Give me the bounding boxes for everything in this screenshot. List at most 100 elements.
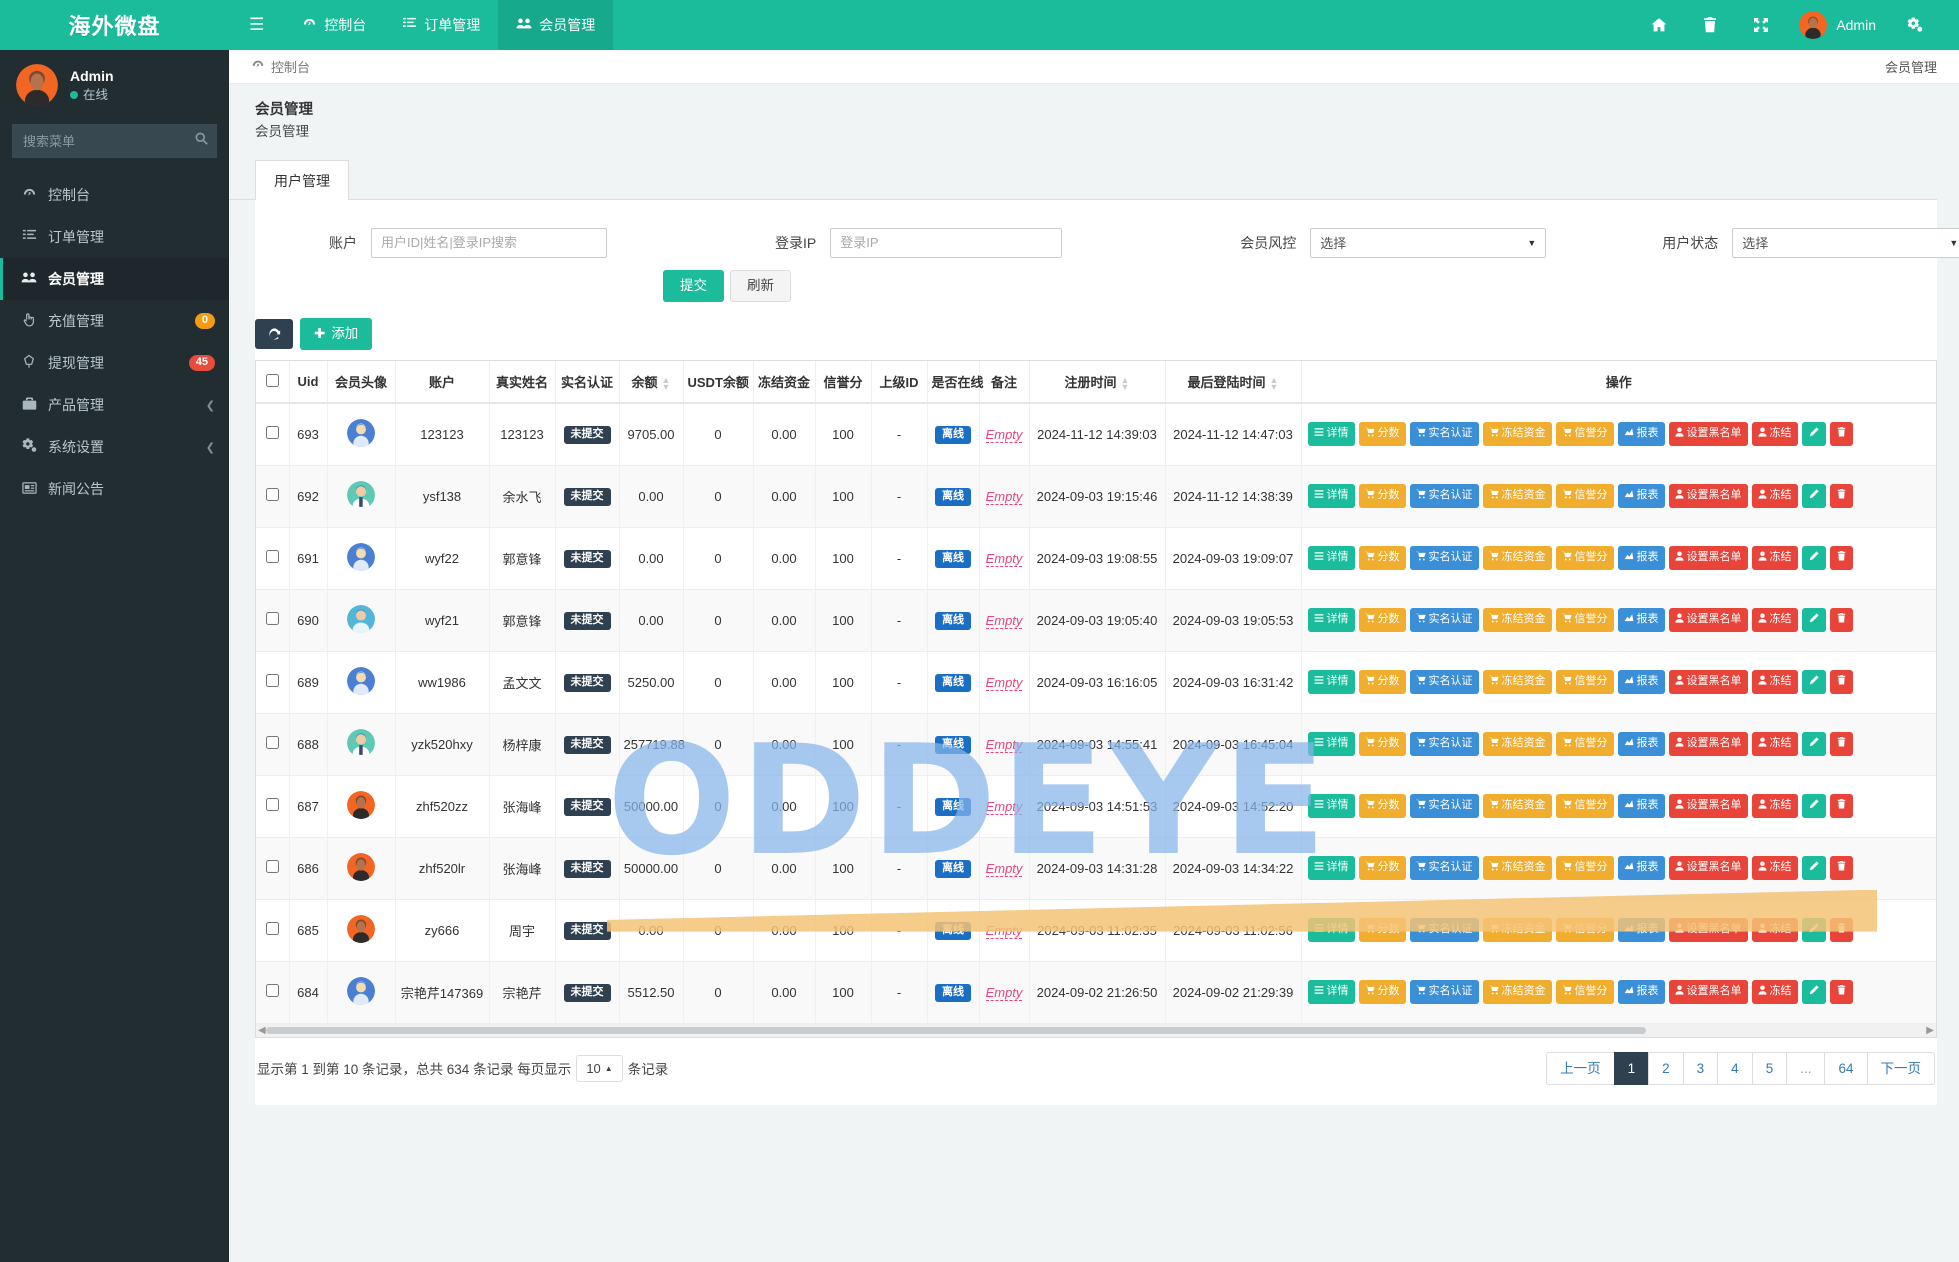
action-7-button[interactable]: 冻结 (1751, 484, 1798, 509)
action-5-button[interactable]: 报表 (1617, 732, 1665, 757)
verify-badge[interactable]: 未提交 (563, 487, 611, 506)
action-3-button[interactable]: 冻结资金 (1482, 918, 1552, 943)
row-checkbox[interactable] (265, 488, 279, 502)
action-7-button[interactable]: 冻结 (1751, 422, 1798, 447)
row-checkbox[interactable] (265, 550, 279, 564)
action-1-button[interactable]: 分数 (1358, 918, 1406, 943)
action-2-button[interactable]: 实名认证 (1409, 732, 1479, 757)
sort-icon[interactable]: ▲ ▼ (1121, 375, 1130, 391)
th-credit[interactable]: 信誉分 (815, 361, 872, 405)
action-7-button[interactable]: 冻结 (1751, 856, 1798, 881)
action-3-button[interactable]: 冻结资金 (1482, 856, 1552, 881)
tab-user-management[interactable]: 用户管理 (255, 159, 349, 200)
th-regtime[interactable]: 注册时间 ▲ ▼ (1029, 361, 1166, 405)
verify-badge[interactable]: 未提交 (563, 921, 611, 940)
action-0-button[interactable]: 详情 (1307, 608, 1355, 633)
th-frozen[interactable]: 冻结资金 (753, 361, 816, 405)
topnav-user-menu[interactable]: Admin (1787, 0, 1888, 50)
sidebar-item-members[interactable]: 会员管理 (0, 258, 229, 300)
remark-empty-label[interactable]: Empty (985, 860, 1023, 877)
action-2-button[interactable]: 实名认证 (1409, 422, 1479, 447)
action-1-button[interactable]: 分数 (1358, 980, 1406, 1005)
verify-badge[interactable]: 未提交 (563, 425, 611, 444)
pagination-item-64[interactable]: 64 (1824, 1051, 1868, 1086)
action-6-button[interactable]: 设置黑名单 (1668, 484, 1748, 509)
action-7-button[interactable]: 冻结 (1751, 980, 1798, 1005)
action-6-button[interactable]: 设置黑名单 (1668, 980, 1748, 1005)
action-5-button[interactable]: 报表 (1617, 484, 1665, 509)
topnav-item-dashboard[interactable]: 控制台 (284, 0, 384, 50)
trash-icon[interactable] (1685, 0, 1735, 50)
remark-empty-label[interactable]: Empty (985, 736, 1023, 753)
remark-empty-label[interactable]: Empty (985, 922, 1023, 939)
action-4-button[interactable]: 信誉分 (1555, 732, 1614, 757)
action-4-button[interactable]: 信誉分 (1555, 670, 1614, 695)
verify-badge[interactable]: 未提交 (563, 611, 611, 630)
action-7-button[interactable]: 冻结 (1751, 546, 1798, 571)
trash-button[interactable] (1829, 918, 1853, 943)
action-1-button[interactable]: 分数 (1358, 546, 1406, 571)
trash-button[interactable] (1829, 484, 1853, 509)
action-4-button[interactable]: 信誉分 (1555, 422, 1614, 447)
remark-empty-label[interactable]: Empty (985, 984, 1023, 1001)
remark-empty-label[interactable]: Empty (985, 426, 1023, 443)
action-3-button[interactable]: 冻结资金 (1482, 484, 1552, 509)
pencil-button[interactable] (1801, 732, 1826, 757)
action-2-button[interactable]: 实名认证 (1409, 484, 1479, 509)
verify-badge[interactable]: 未提交 (563, 859, 611, 878)
sidebar-item-settings[interactable]: 系统设置 ❮ (0, 426, 229, 468)
pagination-item-3[interactable]: 3 (1682, 1051, 1719, 1086)
table-horizontal-scrollbar[interactable]: ◀ ▶ (255, 1023, 1937, 1038)
action-4-button[interactable]: 信誉分 (1555, 794, 1614, 819)
refresh-icon[interactable] (255, 318, 293, 349)
scrollbar-thumb[interactable] (266, 1026, 1646, 1034)
action-5-button[interactable]: 报表 (1617, 794, 1665, 819)
action-0-button[interactable]: 详情 (1307, 670, 1355, 695)
row-checkbox[interactable] (265, 736, 279, 750)
remark-empty-label[interactable]: Empty (985, 550, 1023, 567)
submit-button[interactable]: 提交 (663, 269, 724, 302)
action-3-button[interactable]: 冻结资金 (1482, 422, 1552, 447)
row-checkbox[interactable] (265, 426, 279, 440)
risk-select[interactable]: 选择 ▼ (1310, 227, 1547, 258)
pagination-item-5[interactable]: 5 (1751, 1051, 1788, 1086)
verify-badge[interactable]: 未提交 (563, 735, 611, 754)
action-6-button[interactable]: 设置黑名单 (1668, 856, 1748, 881)
action-3-button[interactable]: 冻结资金 (1482, 608, 1552, 633)
action-3-button[interactable]: 冻结资金 (1482, 732, 1552, 757)
th-verify[interactable]: 实名认证 (555, 361, 620, 405)
action-0-button[interactable]: 详情 (1307, 856, 1355, 881)
search-icon[interactable] (195, 132, 208, 148)
pencil-button[interactable] (1801, 608, 1826, 633)
remark-empty-label[interactable]: Empty (985, 612, 1023, 629)
action-0-button[interactable]: 详情 (1307, 484, 1355, 509)
scroll-right-icon[interactable]: ▶ (1926, 1025, 1934, 1036)
row-checkbox[interactable] (265, 922, 279, 936)
trash-button[interactable] (1829, 546, 1853, 571)
sort-icon[interactable]: ▲ ▼ (662, 375, 671, 391)
trash-button[interactable] (1829, 422, 1853, 447)
action-1-button[interactable]: 分数 (1358, 732, 1406, 757)
brand-logo[interactable]: 海外微盘 (0, 0, 229, 50)
pencil-button[interactable] (1801, 546, 1826, 571)
action-2-button[interactable]: 实名认证 (1409, 670, 1479, 695)
verify-badge[interactable]: 未提交 (563, 983, 611, 1002)
sidebar-item-withdraw[interactable]: 提现管理 45 (0, 342, 229, 384)
action-1-button[interactable]: 分数 (1358, 484, 1406, 509)
action-1-button[interactable]: 分数 (1358, 794, 1406, 819)
row-checkbox[interactable] (265, 860, 279, 874)
action-3-button[interactable]: 冻结资金 (1482, 546, 1552, 571)
pencil-button[interactable] (1801, 980, 1826, 1005)
row-checkbox[interactable] (265, 674, 279, 688)
th-lastlogin[interactable]: 最后登陆时间 ▲ ▼ (1165, 361, 1302, 405)
action-6-button[interactable]: 设置黑名单 (1668, 422, 1748, 447)
account-search-input[interactable] (371, 227, 607, 258)
pencil-button[interactable] (1801, 856, 1826, 881)
pencil-button[interactable] (1801, 794, 1826, 819)
action-7-button[interactable]: 冻结 (1751, 608, 1798, 633)
action-5-button[interactable]: 报表 (1617, 608, 1665, 633)
action-0-button[interactable]: 详情 (1307, 422, 1355, 447)
th-realname[interactable]: 真实姓名 (489, 361, 556, 405)
pencil-button[interactable] (1801, 670, 1826, 695)
verify-badge[interactable]: 未提交 (563, 673, 611, 692)
